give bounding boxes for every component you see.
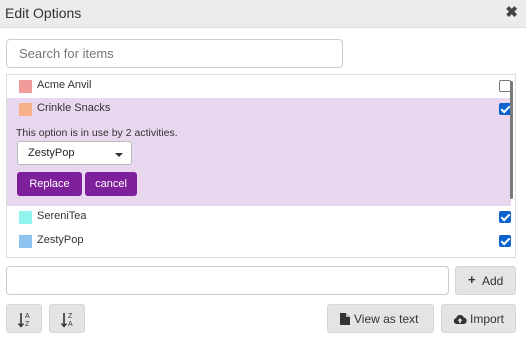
new-item-input[interactable]	[6, 266, 449, 295]
import-label: Import	[470, 312, 505, 326]
list-item-selected[interactable]: Crinkle Snacks	[7, 98, 511, 122]
item-checkbox[interactable]	[499, 211, 511, 223]
file-icon	[340, 313, 350, 325]
select-value: ZestyPop	[28, 147, 75, 159]
cloud-upload-icon	[453, 315, 467, 324]
item-label: SereniTea	[37, 210, 87, 222]
list-item[interactable]: ZestyPop	[7, 230, 511, 254]
add-button-label: Add	[482, 274, 504, 288]
list-item[interactable]: SereniTea	[7, 206, 511, 230]
item-checkbox[interactable]	[499, 235, 511, 247]
plus-icon: +	[468, 272, 476, 287]
list-scrollbar[interactable]	[510, 81, 513, 199]
sort-alpha-desc-icon: Z A	[60, 313, 73, 328]
dialog-title: Edit Options	[5, 5, 82, 21]
view-as-text-label: View as text	[354, 312, 419, 326]
color-swatch[interactable]	[19, 80, 32, 93]
svg-text:A: A	[68, 321, 73, 328]
color-swatch[interactable]	[19, 235, 32, 248]
svg-text:A: A	[25, 313, 30, 320]
svg-text:Z: Z	[68, 313, 73, 320]
replace-button[interactable]: Replace	[17, 172, 82, 196]
in-use-message: This option is in use by 2 activities.	[16, 127, 178, 139]
sort-ascending-button[interactable]: A Z	[6, 304, 42, 333]
add-button[interactable]: + Add	[455, 266, 516, 295]
color-swatch[interactable]	[19, 103, 32, 116]
sort-descending-button[interactable]: Z A	[49, 304, 85, 333]
item-label: ZestyPop	[37, 234, 84, 246]
import-button[interactable]: Import	[441, 304, 516, 333]
view-as-text-button[interactable]: View as text	[327, 304, 434, 333]
color-swatch[interactable]	[19, 211, 32, 224]
list-item[interactable]: Acme Anvil	[7, 75, 511, 99]
svg-text:Z: Z	[25, 321, 30, 328]
replace-with-select[interactable]: ZestyPop	[17, 141, 132, 165]
item-label: Crinkle Snacks	[37, 102, 111, 114]
item-label: Acme Anvil	[37, 79, 92, 91]
options-list: Acme Anvil Crinkle Snacks This option is…	[6, 74, 516, 258]
search-input[interactable]	[6, 39, 343, 68]
cancel-button[interactable]: cancel	[85, 172, 137, 196]
chevron-down-icon	[115, 153, 123, 157]
close-icon[interactable]: ✖	[505, 3, 518, 21]
dialog-header: Edit Options ✖	[0, 0, 526, 28]
sort-alpha-asc-icon: A Z	[17, 313, 30, 328]
